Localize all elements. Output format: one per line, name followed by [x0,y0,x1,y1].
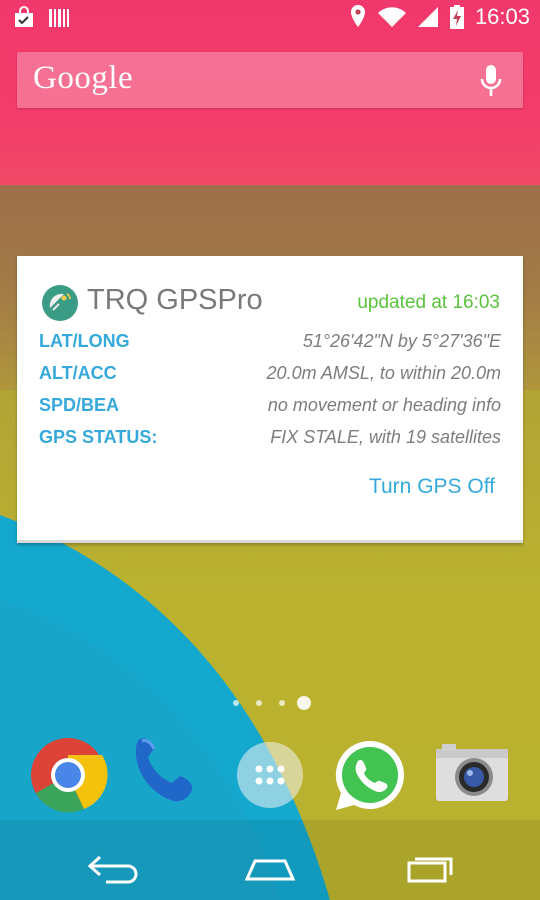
shopping-bag-check-icon [15,6,33,27]
row-alt-acc: ALT/ACC 20.0m AMSL, to within 20.0m [39,363,501,389]
location-pin-icon [350,5,365,27]
row-label: LAT/LONG [39,331,130,351]
barcode-icon [49,9,69,27]
whatsapp-icon[interactable] [330,735,410,815]
google-logo: Google [33,60,134,96]
home-screen: 16:03 Google TRQ GPSPro updated at 16:03… [0,0,540,900]
row-label: SPD/BEA [39,395,120,415]
gps-widget[interactable]: TRQ GPSPro updated at 16:03 LAT/LONG 51°… [17,256,523,543]
app-drawer-icon[interactable] [230,735,310,815]
back-icon[interactable] [78,849,148,889]
widget-app-name: TRQ GPSPro [87,284,263,316]
gps-satellite-app-icon [42,285,78,321]
page-dot [256,700,262,706]
row-value: 51°26'42"N by 5°27'36"E [302,331,501,351]
row-lat-long: LAT/LONG 51°26'42"N by 5°27'36"E [39,331,501,357]
status-time: 16:03 [474,4,530,29]
page-dot [279,700,285,706]
google-search-bar[interactable]: Google [17,52,523,108]
signal-icon [417,7,438,27]
camera-icon[interactable] [432,735,512,815]
recents-icon[interactable] [395,849,465,889]
row-label: GPS STATUS: [39,427,158,447]
battery-charging-icon [449,5,464,29]
row-value: FIX STALE, with 19 satellites [270,427,501,447]
row-spd-bea: SPD/BEA no movement or heading info [39,395,501,421]
home-icon[interactable] [235,849,305,889]
microphone-icon[interactable] [479,64,503,98]
chrome-icon[interactable] [28,735,108,815]
turn-gps-off-button[interactable]: Turn GPS Off [369,475,495,499]
row-gps-status: GPS STATUS: FIX STALE, with 19 satellite… [39,427,501,453]
phone-icon[interactable] [128,735,208,815]
navigation-bar [0,835,540,900]
status-bar: 16:03 [0,0,540,36]
wifi-icon [377,7,406,27]
page-dot-active [297,696,311,710]
widget-updated-time: updated at 16:03 [357,292,500,313]
row-value: 20.0m AMSL, to within 20.0m [266,363,501,383]
page-dot [233,700,239,706]
row-value: no movement or heading info [267,395,501,415]
row-label: ALT/ACC [39,363,117,383]
